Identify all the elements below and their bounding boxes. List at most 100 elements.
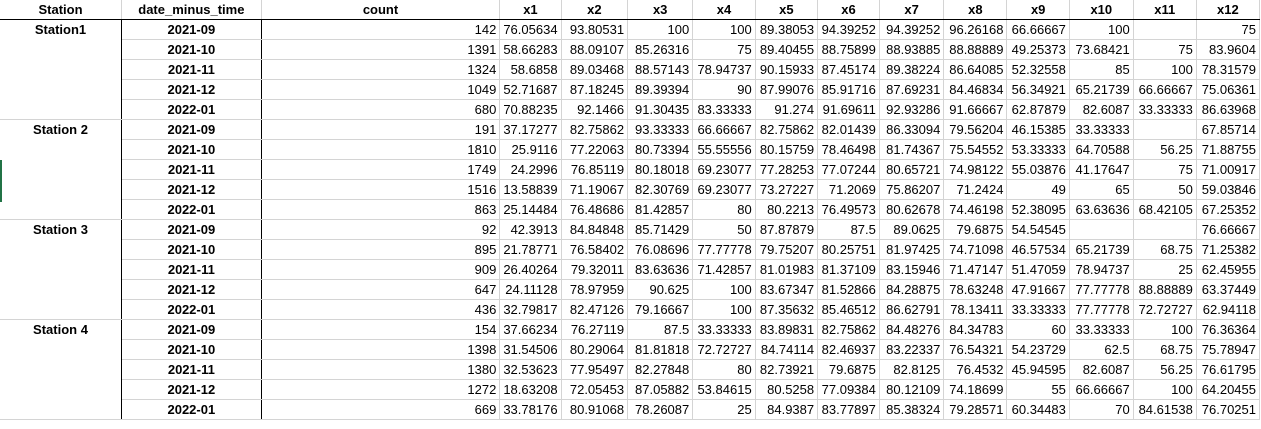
date-cell[interactable]: 2021-09 <box>121 19 262 40</box>
value-cell[interactable]: 81.42857 <box>627 199 694 220</box>
value-cell[interactable]: 85.26316 <box>627 39 694 60</box>
value-cell[interactable]: 100 <box>1132 59 1197 80</box>
value-cell[interactable]: 82.75862 <box>560 119 629 140</box>
value-cell[interactable]: 1398 <box>260 339 501 360</box>
value-cell[interactable]: 13.58839 <box>499 179 562 200</box>
value-cell[interactable]: 92.93286 <box>878 99 945 120</box>
value-cell[interactable]: 76.36364 <box>1195 319 1261 340</box>
value-cell[interactable]: 74.71098 <box>943 239 1008 260</box>
value-cell[interactable]: 62.94118 <box>1195 299 1261 320</box>
value-cell[interactable]: 37.17277 <box>499 119 562 140</box>
value-cell[interactable]: 78.31579 <box>1195 59 1261 80</box>
value-cell[interactable]: 83.33333 <box>692 99 756 120</box>
value-cell[interactable]: 49.25373 <box>1006 39 1070 60</box>
value-cell[interactable]: 67.25352 <box>1195 199 1261 220</box>
value-cell[interactable]: 76.58402 <box>560 239 629 260</box>
column-header[interactable]: x4 <box>692 0 756 20</box>
value-cell[interactable]: 78.26087 <box>627 399 694 420</box>
value-cell[interactable]: 71.47147 <box>943 259 1008 280</box>
value-cell[interactable]: 73.27227 <box>754 179 819 200</box>
value-cell[interactable]: 77.09384 <box>817 379 880 400</box>
value-cell[interactable]: 82.30769 <box>627 179 694 200</box>
value-cell[interactable]: 76.66667 <box>1195 219 1261 240</box>
value-cell[interactable]: 80 <box>692 359 756 380</box>
value-cell[interactable]: 52.71687 <box>499 79 562 100</box>
value-cell[interactable]: 85 <box>1068 59 1134 80</box>
station-cell[interactable]: Station1 <box>0 19 123 120</box>
value-cell[interactable]: 75.86207 <box>878 179 945 200</box>
value-cell[interactable]: 1324 <box>260 59 501 80</box>
value-cell[interactable]: 66.66667 <box>1006 19 1070 40</box>
value-cell[interactable]: 78.94737 <box>692 59 756 80</box>
value-cell[interactable]: 77.95497 <box>560 359 629 380</box>
value-cell[interactable]: 80 <box>692 199 756 220</box>
value-cell[interactable]: 76.49573 <box>817 199 880 220</box>
value-cell[interactable]: 83.15946 <box>878 259 945 280</box>
value-cell[interactable]: 77.77778 <box>692 239 756 260</box>
value-cell[interactable]: 78.46498 <box>817 139 880 160</box>
value-cell[interactable]: 63.63636 <box>1068 199 1134 220</box>
value-cell[interactable]: 89.03468 <box>560 59 629 80</box>
value-cell[interactable]: 75.78947 <box>1195 339 1261 360</box>
value-cell[interactable]: 60.34483 <box>1006 399 1070 420</box>
value-cell[interactable] <box>1068 219 1134 240</box>
value-cell[interactable]: 71.19067 <box>560 179 629 200</box>
value-cell[interactable]: 83.67347 <box>754 279 819 300</box>
value-cell[interactable]: 45.94595 <box>1006 359 1070 380</box>
value-cell[interactable]: 91.69611 <box>817 99 880 120</box>
value-cell[interactable]: 33.33333 <box>692 319 756 340</box>
date-cell[interactable]: 2021-11 <box>121 259 262 280</box>
value-cell[interactable]: 83.77897 <box>817 399 880 420</box>
value-cell[interactable]: 87.35632 <box>754 299 819 320</box>
value-cell[interactable]: 62.87879 <box>1006 99 1070 120</box>
value-cell[interactable]: 85.71429 <box>627 219 694 240</box>
value-cell[interactable]: 84.28875 <box>878 279 945 300</box>
value-cell[interactable]: 89.39394 <box>627 79 694 100</box>
value-cell[interactable]: 84.9387 <box>754 399 819 420</box>
date-cell[interactable]: 2021-10 <box>121 39 262 60</box>
value-cell[interactable]: 66.66667 <box>1068 379 1134 400</box>
value-cell[interactable]: 89.40455 <box>754 39 819 60</box>
value-cell[interactable]: 50 <box>1132 179 1197 200</box>
value-cell[interactable]: 100 <box>692 279 756 300</box>
value-cell[interactable]: 1049 <box>260 79 501 100</box>
value-cell[interactable]: 83.63636 <box>627 259 694 280</box>
value-cell[interactable]: 89.38053 <box>754 19 819 40</box>
value-cell[interactable]: 65.21739 <box>1068 239 1134 260</box>
value-cell[interactable]: 82.6087 <box>1068 359 1134 380</box>
value-cell[interactable]: 87.87879 <box>754 219 819 240</box>
value-cell[interactable]: 72.72727 <box>1132 299 1197 320</box>
value-cell[interactable]: 100 <box>692 299 756 320</box>
value-cell[interactable]: 647 <box>260 279 501 300</box>
value-cell[interactable]: 79.6875 <box>943 219 1008 240</box>
date-cell[interactable]: 2021-10 <box>121 239 262 260</box>
value-cell[interactable]: 82.75862 <box>817 319 880 340</box>
value-cell[interactable]: 87.5 <box>627 319 694 340</box>
value-cell[interactable]: 76.61795 <box>1195 359 1261 380</box>
value-cell[interactable]: 72.72727 <box>692 339 756 360</box>
value-cell[interactable]: 84.61538 <box>1132 399 1197 420</box>
value-cell[interactable]: 71.42857 <box>692 259 756 280</box>
value-cell[interactable]: 84.48276 <box>878 319 945 340</box>
value-cell[interactable]: 86.33094 <box>878 119 945 140</box>
value-cell[interactable]: 71.00917 <box>1195 159 1261 180</box>
value-cell[interactable]: 74.98122 <box>943 159 1008 180</box>
value-cell[interactable]: 81.52866 <box>817 279 880 300</box>
value-cell[interactable]: 50 <box>692 219 756 240</box>
value-cell[interactable]: 33.33333 <box>1006 299 1070 320</box>
date-cell[interactable]: 2021-11 <box>121 59 262 80</box>
value-cell[interactable]: 76.85119 <box>560 159 629 180</box>
station-cell[interactable]: Station 3 <box>0 219 123 320</box>
value-cell[interactable]: 90.625 <box>627 279 694 300</box>
value-cell[interactable]: 96.26168 <box>943 19 1008 40</box>
value-cell[interactable]: 1810 <box>260 139 501 160</box>
value-cell[interactable]: 47.91667 <box>1006 279 1070 300</box>
value-cell[interactable]: 76.70251 <box>1195 399 1261 420</box>
value-cell[interactable]: 55 <box>1006 379 1070 400</box>
value-cell[interactable]: 79.32011 <box>560 259 629 280</box>
column-header[interactable]: count <box>260 0 501 20</box>
value-cell[interactable]: 79.75207 <box>754 239 819 260</box>
value-cell[interactable]: 82.01439 <box>817 119 880 140</box>
value-cell[interactable]: 94.39252 <box>817 19 880 40</box>
column-header[interactable]: x8 <box>943 0 1008 20</box>
